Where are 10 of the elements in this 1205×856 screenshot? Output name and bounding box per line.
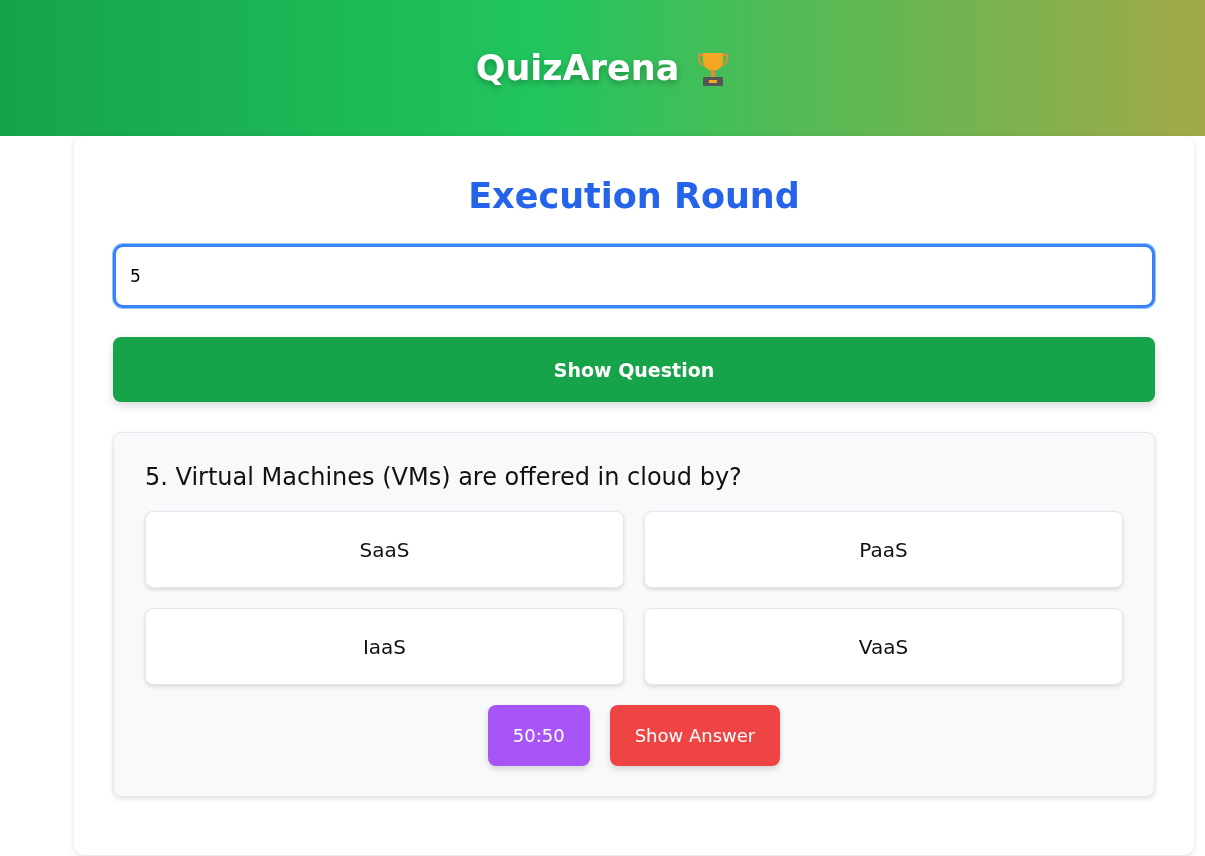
answer-option[interactable]: IaaS <box>145 608 624 685</box>
fifty-fifty-button[interactable]: 50:50 <box>487 705 590 766</box>
answer-option[interactable]: VaaS <box>644 608 1123 685</box>
show-answer-button[interactable]: Show Answer <box>609 705 781 766</box>
question-number-field[interactable]: 5 <box>113 244 1155 308</box>
answer-option[interactable]: SaaS <box>145 511 624 588</box>
app-title: QuizArena <box>475 48 680 88</box>
question-text: 5. Virtual Machines (VMs) are offered in cloud by? <box>145 463 743 491</box>
round-title: Execution Round <box>467 176 801 216</box>
answer-option[interactable]: PaaS <box>644 511 1123 588</box>
